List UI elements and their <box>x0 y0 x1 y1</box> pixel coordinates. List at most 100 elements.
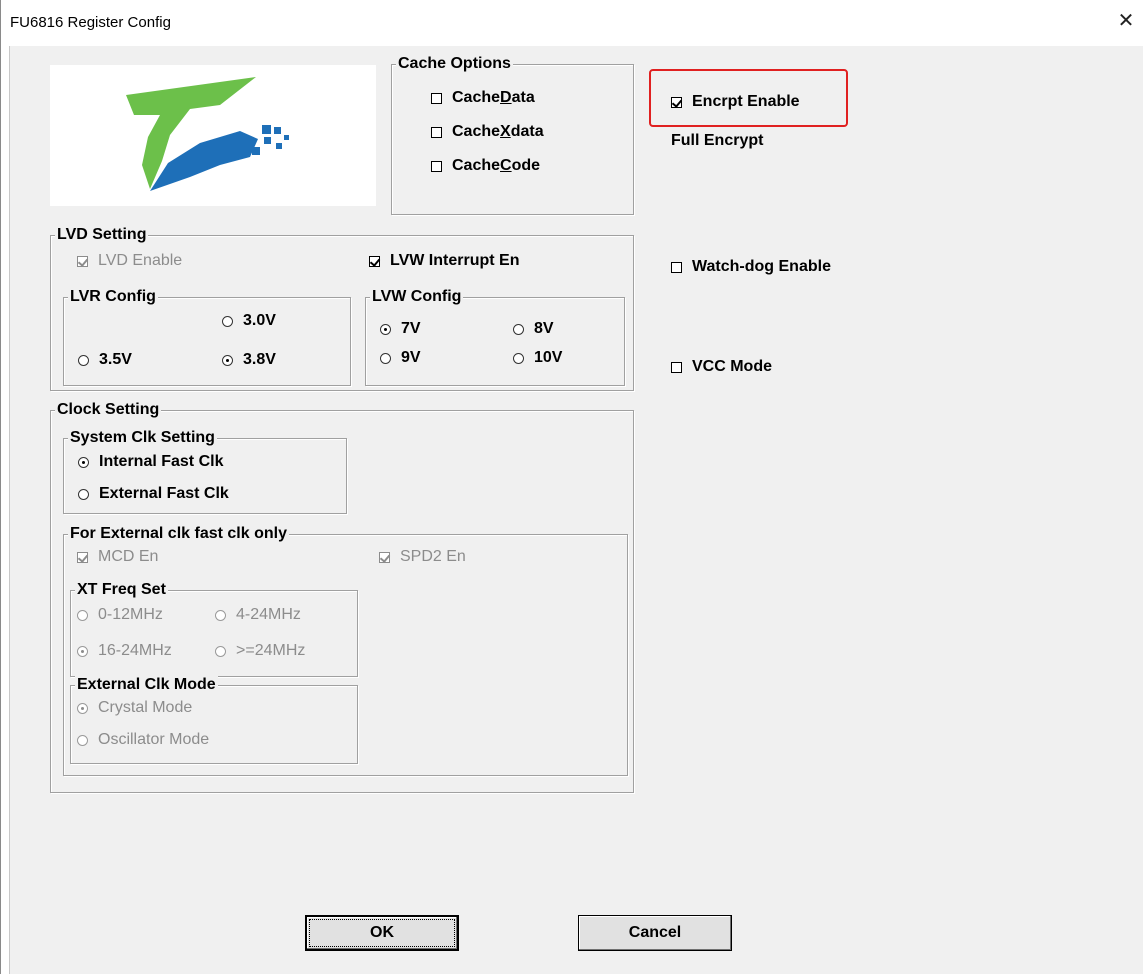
lvw-7v-label: 7V <box>401 320 421 337</box>
xt-freq-24plus-dot[interactable] <box>215 645 226 657</box>
external-fast-clk-dot[interactable] <box>78 488 89 500</box>
mcd-en-checkbox[interactable]: MCD En <box>77 547 158 567</box>
encrypt-mode-text: Full Encrypt <box>671 132 764 149</box>
fortior-logo <box>50 65 376 206</box>
oscillator-mode-label: Oscillator Mode <box>98 731 210 748</box>
lvw-10v-label: 10V <box>534 349 563 366</box>
lvw-7v-dot[interactable] <box>380 323 391 335</box>
encrypt-enable-checkbox[interactable]: Encrpt Enable <box>671 92 800 112</box>
cache-data-label-post: ata <box>511 89 535 106</box>
xt-freq-label: XT Freq Set <box>75 580 168 600</box>
clock-setting-label: Clock Setting <box>55 400 162 420</box>
crystal-mode-dot[interactable] <box>77 702 88 714</box>
lvr-config-group: LVR Config <box>63 287 351 386</box>
lvw-9v-dot[interactable] <box>380 352 391 364</box>
spd2-en-checkbox[interactable]: SPD2 En <box>379 547 466 567</box>
xt-freq-24plus-label: >=24MHz <box>236 642 306 659</box>
xt-freq-0-12-radio[interactable]: 0-12MHz <box>77 605 163 625</box>
xt-freq-16-24-label: 16-24MHz <box>98 642 172 659</box>
cache-options-label: Cache Options <box>396 54 513 74</box>
crystal-mode-label: Crystal Mode <box>98 699 193 716</box>
spd2-en-label: SPD2 En <box>400 548 466 565</box>
lvw-8v-radio[interactable]: 8V <box>513 319 554 339</box>
cache-data-box[interactable] <box>431 92 442 104</box>
encrypt-enable-label: Encrpt Enable <box>692 93 800 110</box>
external-fast-clk-label: External Fast Clk <box>99 485 229 502</box>
lvw-9v-radio[interactable]: 9V <box>380 348 421 368</box>
xt-freq-4-24-radio[interactable]: 4-24MHz <box>215 605 301 625</box>
lvr-3v8-radio[interactable]: 3.8V <box>222 350 276 370</box>
xt-freq-24plus-radio[interactable]: >=24MHz <box>215 641 305 661</box>
lvr-3v5-dot[interactable] <box>78 354 89 366</box>
cache-xdata-box[interactable] <box>431 126 442 138</box>
watchdog-enable-box[interactable] <box>671 261 682 273</box>
lvw-10v-radio[interactable]: 10V <box>513 348 562 368</box>
cache-xdata-checkbox[interactable]: Cache Xdata <box>431 122 544 142</box>
lvw-interrupt-box[interactable] <box>369 255 380 267</box>
lvw-config-group: LVW Config <box>365 287 625 386</box>
external-clk-only-label: For External clk fast clk only <box>68 524 289 544</box>
cache-code-checkbox[interactable]: Cache Code <box>431 156 540 176</box>
cache-code-box[interactable] <box>431 160 442 172</box>
background-window-edge <box>1 46 10 974</box>
mcd-en-box[interactable] <box>77 551 88 563</box>
lvd-enable-checkbox[interactable]: LVD Enable <box>77 251 182 271</box>
close-icon[interactable]: ✕ <box>1113 8 1139 34</box>
lvw-config-label: LVW Config <box>370 287 464 307</box>
xt-freq-16-24-dot[interactable] <box>77 645 88 657</box>
internal-fast-clk-dot[interactable] <box>78 456 89 468</box>
window-title: FU6816 Register Config <box>10 14 171 31</box>
cache-xdata-label-post: data <box>510 123 544 140</box>
lvd-enable-label: LVD Enable <box>98 252 183 269</box>
cache-code-label-pre: Cache <box>452 157 501 174</box>
cache-xdata-label-pre: Cache <box>452 123 501 140</box>
oscillator-mode-dot[interactable] <box>77 734 88 746</box>
xt-freq-4-24-label: 4-24MHz <box>236 606 301 623</box>
cache-data-checkbox[interactable]: Cache Data <box>431 88 535 108</box>
encrypt-enable-box[interactable] <box>671 96 682 108</box>
lvw-interrupt-label: LVW Interrupt En <box>390 252 520 269</box>
lvw-10v-dot[interactable] <box>513 352 524 364</box>
vcc-mode-box[interactable] <box>671 361 682 373</box>
vcc-mode-checkbox[interactable]: VCC Mode <box>671 357 772 377</box>
lvr-config-label: LVR Config <box>68 287 158 307</box>
mcd-en-label: MCD En <box>98 548 159 565</box>
watchdog-enable-label: Watch-dog Enable <box>692 258 831 275</box>
internal-fast-clk-radio[interactable]: Internal Fast Clk <box>78 452 223 472</box>
lvd-setting-label: LVD Setting <box>55 225 149 245</box>
lvd-enable-box[interactable] <box>77 255 88 267</box>
cache-data-label-pre: Cache <box>452 89 501 106</box>
title-bar: FU6816 Register Config ✕ <box>1 0 1143 46</box>
lvr-3v0-dot[interactable] <box>222 315 233 327</box>
external-clk-mode-label: External Clk Mode <box>75 675 218 695</box>
lvr-3v0-radio[interactable]: 3.0V <box>222 311 276 331</box>
system-clk-label: System Clk Setting <box>68 428 217 448</box>
lvw-9v-label: 9V <box>401 349 421 366</box>
xt-freq-4-24-dot[interactable] <box>215 609 226 621</box>
lvw-8v-dot[interactable] <box>513 323 524 335</box>
lvr-3v0-label: 3.0V <box>243 312 276 329</box>
xt-freq-0-12-dot[interactable] <box>77 609 88 621</box>
external-fast-clk-radio[interactable]: External Fast Clk <box>78 484 229 504</box>
cancel-button[interactable]: Cancel <box>578 915 732 951</box>
lvr-3v5-label: 3.5V <box>99 351 132 368</box>
lvw-8v-label: 8V <box>534 320 554 337</box>
cache-xdata-label-key: X <box>500 123 511 140</box>
xt-freq-group: XT Freq Set <box>70 580 358 677</box>
watchdog-enable-checkbox[interactable]: Watch-dog Enable <box>671 257 831 277</box>
lvw-interrupt-checkbox[interactable]: LVW Interrupt En <box>369 251 519 271</box>
lvr-3v8-dot[interactable] <box>222 354 233 366</box>
crystal-mode-radio[interactable]: Crystal Mode <box>77 698 192 718</box>
internal-fast-clk-label: Internal Fast Clk <box>99 453 224 470</box>
oscillator-mode-radio[interactable]: Oscillator Mode <box>77 730 209 750</box>
lvr-3v8-label: 3.8V <box>243 351 276 368</box>
ok-button[interactable]: OK <box>305 915 459 951</box>
cache-data-label-key: D <box>500 89 512 106</box>
lvr-3v5-radio[interactable]: 3.5V <box>78 350 132 370</box>
logo-graphic <box>126 77 289 191</box>
spd2-en-box[interactable] <box>379 551 390 563</box>
xt-freq-0-12-label: 0-12MHz <box>98 606 163 623</box>
dialog-window: FU6816 Register Config ✕ Cache Options C… <box>0 0 1143 974</box>
xt-freq-16-24-radio[interactable]: 16-24MHz <box>77 641 172 661</box>
lvw-7v-radio[interactable]: 7V <box>380 319 421 339</box>
